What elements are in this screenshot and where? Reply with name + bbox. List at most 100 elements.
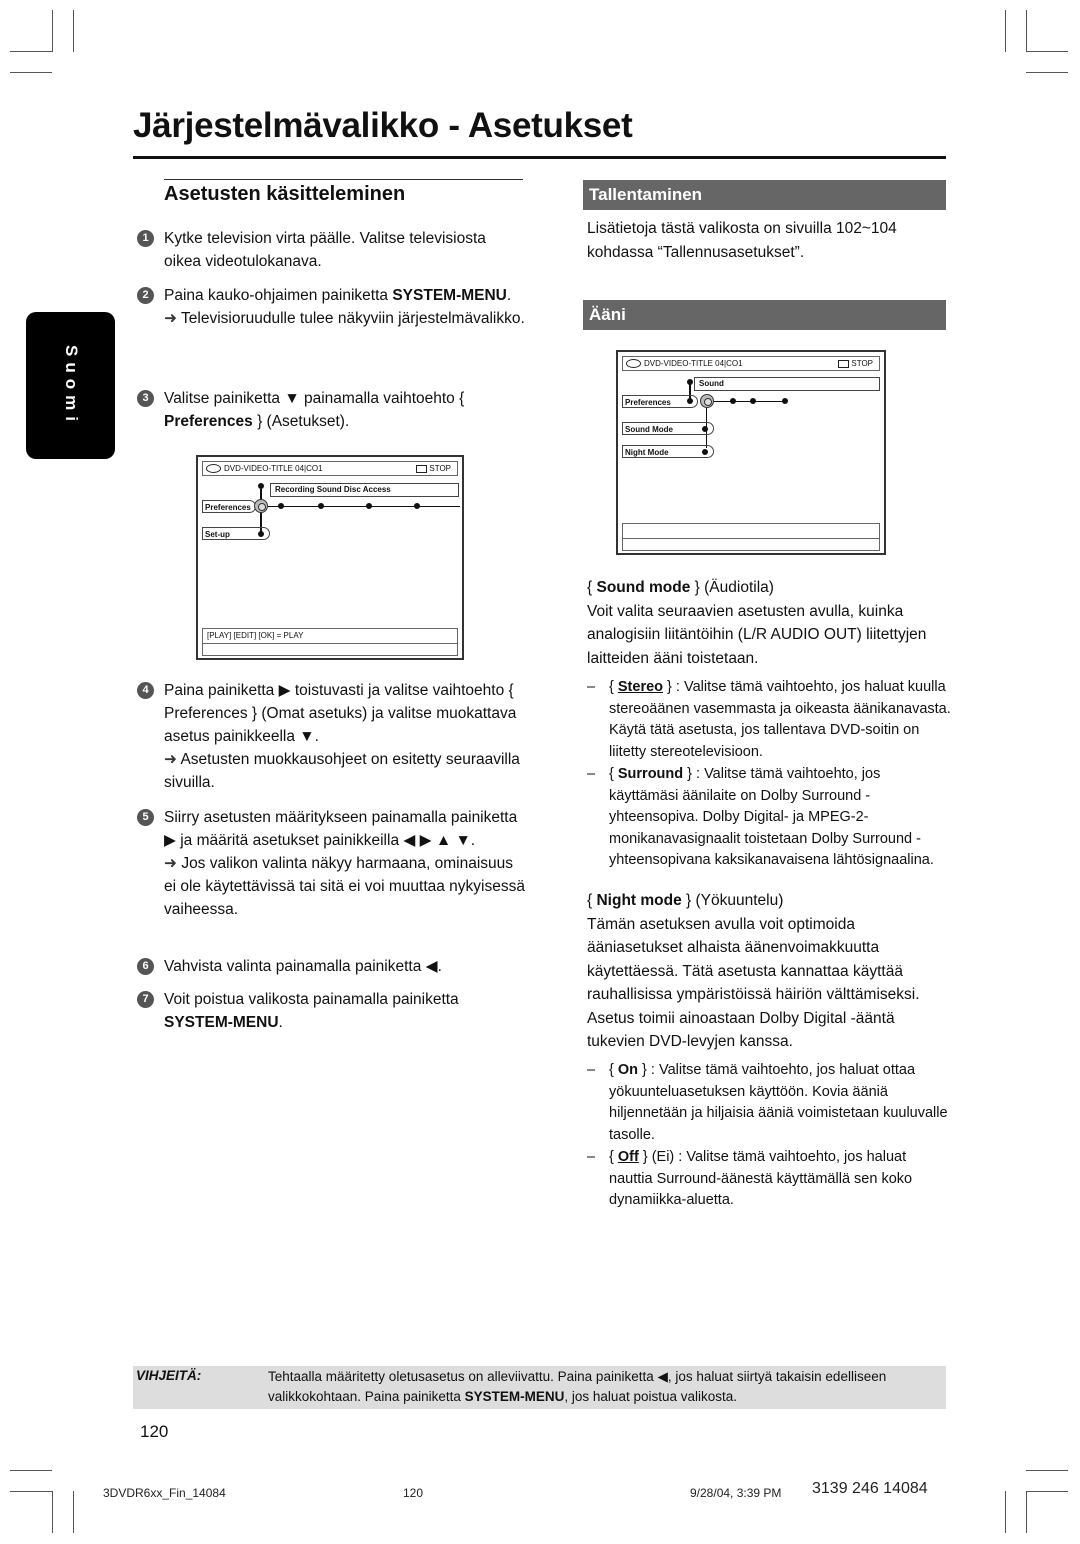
osd-node-icon (687, 398, 693, 404)
osd-node-icon (730, 398, 736, 404)
arrow-right-icon: ➜ (164, 310, 177, 327)
osd-menubar: Recording Sound Disc Access (270, 483, 459, 497)
osd-node-icon (414, 503, 420, 509)
arrow-right-icon: ➜ (164, 751, 177, 768)
step-result: Asetusten muokkausohjeet on esitetty seu… (164, 751, 520, 791)
osd-node-icon (318, 503, 324, 509)
osd-node-icon (258, 531, 264, 537)
option-surround: – { Surround } : Valitse tämä vaihtoehto… (587, 766, 934, 868)
osd-node-icon (258, 483, 264, 489)
step-text: Valitse painiketta ▼ painamalla vaihtoeh… (164, 390, 465, 407)
step-text: . (278, 1014, 283, 1031)
stop-icon (416, 464, 428, 473)
osd-footer-line (202, 643, 458, 656)
setting-translation: } (Äudiotila) (690, 579, 774, 596)
option-stereo: – { Stereo } : Valitse tämä vaihtoehto, … (587, 679, 951, 760)
step-text: Kytke television virta päälle. Valitse t… (164, 230, 486, 270)
crop-mark (1005, 1491, 1006, 1533)
step-2: 2 Paina kauko-ohjaimen painiketta SYSTEM… (137, 284, 527, 330)
key-name: SYSTEM-MENU (392, 287, 507, 304)
option-text: } : Valitse tämä vaihtoehto, jos haluat … (609, 1062, 948, 1143)
osd-node-icon (702, 449, 708, 455)
setting-description: Tämän asetuksen avulla voit optimoida ää… (587, 915, 920, 1051)
language-tab: Suomi (26, 312, 115, 459)
step-text: Voit poistua valikosta painamalla painik… (164, 991, 459, 1008)
crop-mark (73, 10, 74, 52)
section-title: Asetusten käsitteleminen (164, 183, 406, 205)
page-number: 120 (140, 1422, 169, 1441)
option-name: Preferences (164, 413, 253, 430)
crop-mark (52, 1491, 53, 1533)
crop-mark (73, 1491, 74, 1533)
osd-item-night-mode: Night Mode (622, 445, 714, 458)
step-text: Paina kauko-ohjaimen painiketta (164, 287, 393, 304)
crop-mark (10, 1470, 52, 1471)
osd-item-preferences: Preferences (202, 500, 256, 513)
crop-mark (10, 51, 52, 52)
setting-name: Sound mode (596, 579, 691, 596)
osd-node-icon (702, 426, 708, 432)
step-6: 6 Vahvista valinta painamalla painiketta… (137, 955, 527, 978)
osd-node-icon (366, 503, 372, 509)
option-name: On (617, 1062, 639, 1078)
step-number-icon: 3 (137, 390, 154, 407)
step-text: Paina painiketta ▶ toistuvasti ja valits… (164, 682, 517, 745)
step-7: 7 Voit poistua valikosta painamalla pain… (137, 988, 527, 1034)
disc-icon (206, 464, 221, 474)
step-number-icon: 6 (137, 958, 154, 975)
crop-mark (1026, 1491, 1068, 1492)
crop-mark (52, 10, 53, 52)
crop-mark (10, 1491, 52, 1492)
osd-node-icon (782, 398, 788, 404)
key-name: SYSTEM-MENU (464, 1389, 565, 1404)
osd-header: DVD-VIDEO-TITLE 04|CO1 STOP (202, 461, 458, 476)
language-tab-label: Suomi (61, 344, 81, 427)
option-name: Surround (617, 766, 684, 782)
page-title: Järjestelmävalikko - Asetukset (133, 106, 633, 145)
osd-menubar: Sound (694, 377, 880, 391)
title-divider (133, 156, 946, 159)
setting-description: Voit valita seuraavien asetusten avulla,… (587, 602, 927, 667)
key-name: SYSTEM-MENU (164, 1014, 279, 1031)
option-name: Off (617, 1149, 639, 1165)
osd-node-icon (278, 503, 284, 509)
option-off: – { Off } (Ei) : Valitse tämä vaihtoehto… (587, 1149, 913, 1208)
osd-screen-preferences: DVD-VIDEO-TITLE 04|CO1 STOP Recording So… (196, 455, 464, 660)
osd-header: DVD-VIDEO-TITLE 04|CO1 STOP (622, 356, 880, 371)
footer-file-name: 3DVDR6xx_Fin_14084 (103, 1486, 226, 1500)
disc-icon (626, 359, 641, 369)
osd-footer-line (622, 538, 880, 551)
sound-mode-block: { Sound mode } (Äudiotila) Voit valita s… (587, 579, 927, 667)
step-number-icon: 1 (137, 230, 154, 247)
osd-item-sound-mode: Sound Mode (622, 422, 714, 435)
option-on: – { On } : Valitse tämä vaihtoehto, jos … (587, 1062, 948, 1143)
osd-footer (622, 523, 880, 539)
step-4: 4 Paina painiketta ▶ toistuvasti ja vali… (137, 679, 527, 794)
section-banner-recording: Tallentaminen (583, 180, 946, 210)
navigation-pad-icon (700, 394, 714, 408)
step-1: 1 Kytke television virta päälle. Valitse… (137, 227, 527, 273)
tip-box: VIHJEITÄ: Tehtaalla määritetty oletusase… (133, 1366, 946, 1409)
osd-node-icon (750, 398, 756, 404)
crop-mark (10, 72, 52, 73)
option-name: Stereo (617, 679, 664, 695)
step-text: Vahvista valinta painamalla painiketta ◀… (164, 958, 442, 975)
osd-status: STOP (851, 359, 873, 368)
crop-mark (1026, 1491, 1027, 1533)
section-banner-sound: Ääni (583, 300, 946, 330)
step-result: Jos valikon valinta näkyy harmaana, omin… (164, 855, 525, 918)
osd-title: DVD-VIDEO-TITLE 04|CO1 (644, 359, 743, 368)
step-3: 3 Valitse painiketta ▼ painamalla vaihto… (137, 387, 527, 433)
setting-translation: } (Yökuuntelu) (681, 892, 784, 909)
osd-footer: [PLAY] [EDIT] [OK] = PLAY (202, 628, 458, 644)
setting-name: Night mode (596, 892, 682, 909)
arrow-right-icon: ➜ (164, 855, 177, 872)
crop-mark (1026, 1470, 1068, 1471)
navigation-pad-icon (254, 499, 268, 513)
step-number-icon: 7 (137, 991, 154, 1008)
step-result: Televisioruudulle tulee näkyviin järjest… (181, 310, 525, 327)
stop-icon (838, 359, 850, 368)
step-text: . (506, 287, 512, 304)
tip-text: Tehtaalla määritetty oletusasetus on all… (268, 1369, 887, 1404)
step-5: 5 Siirry asetusten määritykseen painamal… (137, 806, 527, 921)
